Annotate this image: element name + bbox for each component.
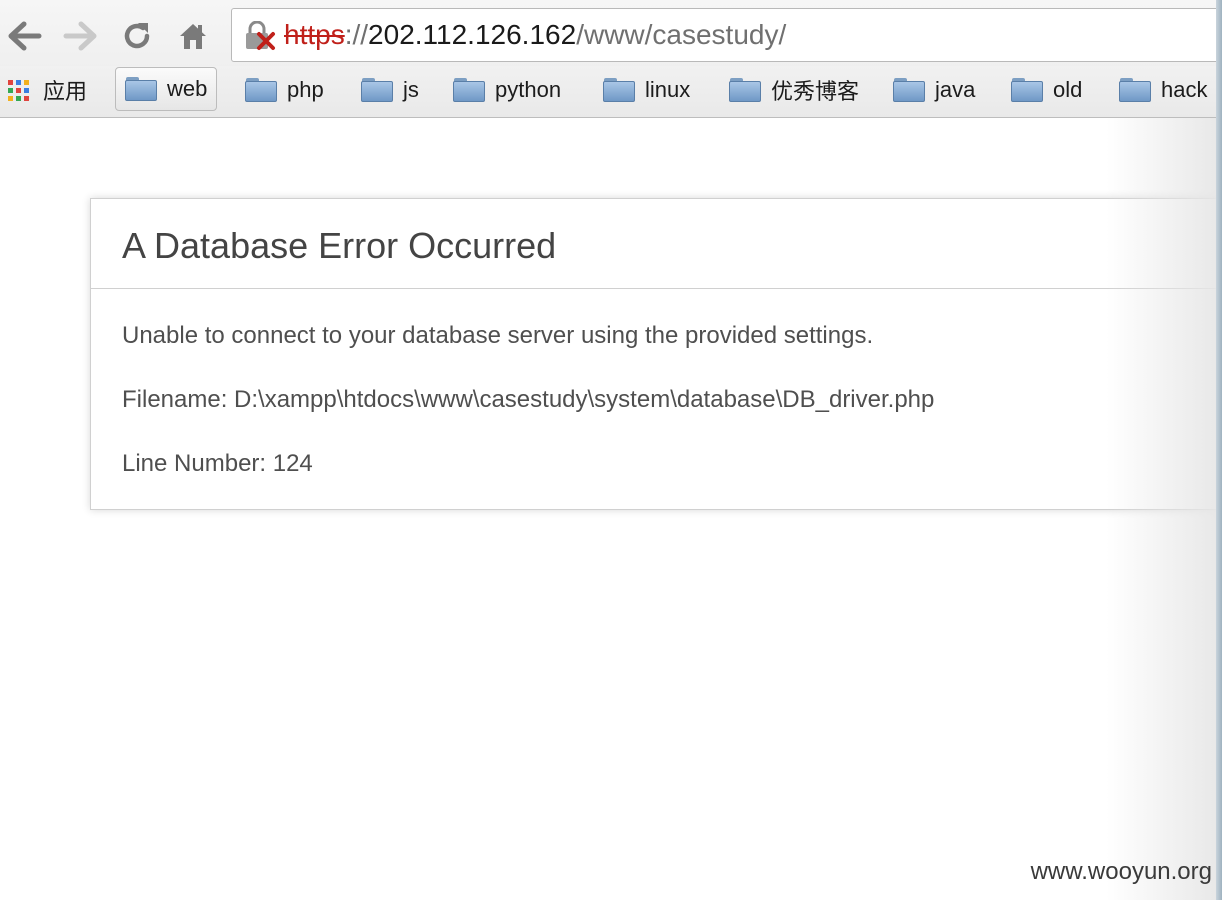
bookmark-folder-js[interactable]: js [361, 66, 419, 114]
bookmark-label: js [403, 77, 419, 102]
error-panel: A Database Error Occurred Unable to conn… [90, 198, 1222, 510]
back-button[interactable] [5, 16, 45, 56]
browser-window: https://202.112.126.162/www/casestudy/ 应… [0, 0, 1222, 900]
watermark: www.wooyun.org [1030, 858, 1212, 885]
error-divider [91, 288, 1222, 289]
url-path: /www/casestudy/ [576, 19, 787, 50]
apps-grid-icon [8, 79, 29, 101]
error-message: Unable to connect to your database serve… [122, 322, 874, 349]
forward-button[interactable] [60, 16, 100, 56]
bookmark-label: old [1053, 77, 1083, 102]
bookmark-label: hack [1161, 77, 1208, 102]
arrow-left-icon [8, 21, 42, 51]
folder-icon [603, 78, 635, 102]
bookmark-label: php [287, 77, 324, 102]
address-bar[interactable]: https://202.112.126.162/www/casestudy/ [231, 8, 1222, 62]
error-title: A Database Error Occurred [122, 225, 557, 266]
window-edge [1216, 0, 1222, 900]
bookmark-folder-java[interactable]: java [893, 66, 975, 114]
bookmark-label: linux [645, 77, 691, 102]
folder-icon [125, 77, 157, 101]
browser-toolbar: https://202.112.126.162/www/casestudy/ [0, 0, 1222, 68]
folder-icon [893, 78, 925, 102]
bookmark-label: java [935, 77, 976, 102]
apps-shortcut[interactable]: 应用 [8, 66, 87, 114]
folder-icon [1011, 78, 1043, 102]
bookmark-folder-python[interactable]: python [453, 66, 561, 114]
bookmark-label: python [495, 77, 562, 102]
error-line-number: Line Number: 124 [122, 450, 313, 477]
bookmark-folder-old[interactable]: old [1011, 66, 1082, 114]
bookmark-folder-hack[interactable]: hack [1119, 66, 1207, 114]
bookmarks-bar: 应用 web php js python linux 优秀博客 java old… [0, 66, 1222, 118]
folder-icon [245, 78, 277, 102]
page-content: A Database Error Occurred Unable to conn… [0, 118, 1222, 900]
bookmark-label: web [167, 76, 208, 101]
bookmark-folder-web[interactable]: web [115, 67, 218, 111]
bookmark-folder-php[interactable]: php [245, 66, 324, 114]
reload-icon [124, 23, 150, 49]
url-separator: :// [344, 19, 369, 50]
home-button[interactable] [173, 16, 213, 56]
folder-icon [729, 78, 761, 102]
error-filename: Filename: D:\xampp\htdocs\www\casestudy\… [122, 386, 935, 413]
bookmark-label: 优秀博客 [771, 79, 860, 104]
url-scheme: https [284, 19, 345, 50]
folder-icon [1119, 78, 1151, 102]
broken-lock-icon [246, 21, 275, 50]
url-host: 202.112.126.162 [368, 19, 577, 50]
home-icon [180, 24, 206, 49]
apps-label: 应用 [43, 79, 88, 104]
bookmark-folder-linux[interactable]: linux [603, 66, 690, 114]
bookmark-folder-blogs[interactable]: 优秀博客 [729, 66, 859, 114]
folder-icon [453, 78, 485, 102]
folder-icon [361, 78, 393, 102]
arrow-right-icon [63, 21, 97, 51]
reload-button[interactable] [117, 16, 157, 56]
url-text[interactable]: https://202.112.126.162/www/casestudy/ [284, 18, 786, 52]
